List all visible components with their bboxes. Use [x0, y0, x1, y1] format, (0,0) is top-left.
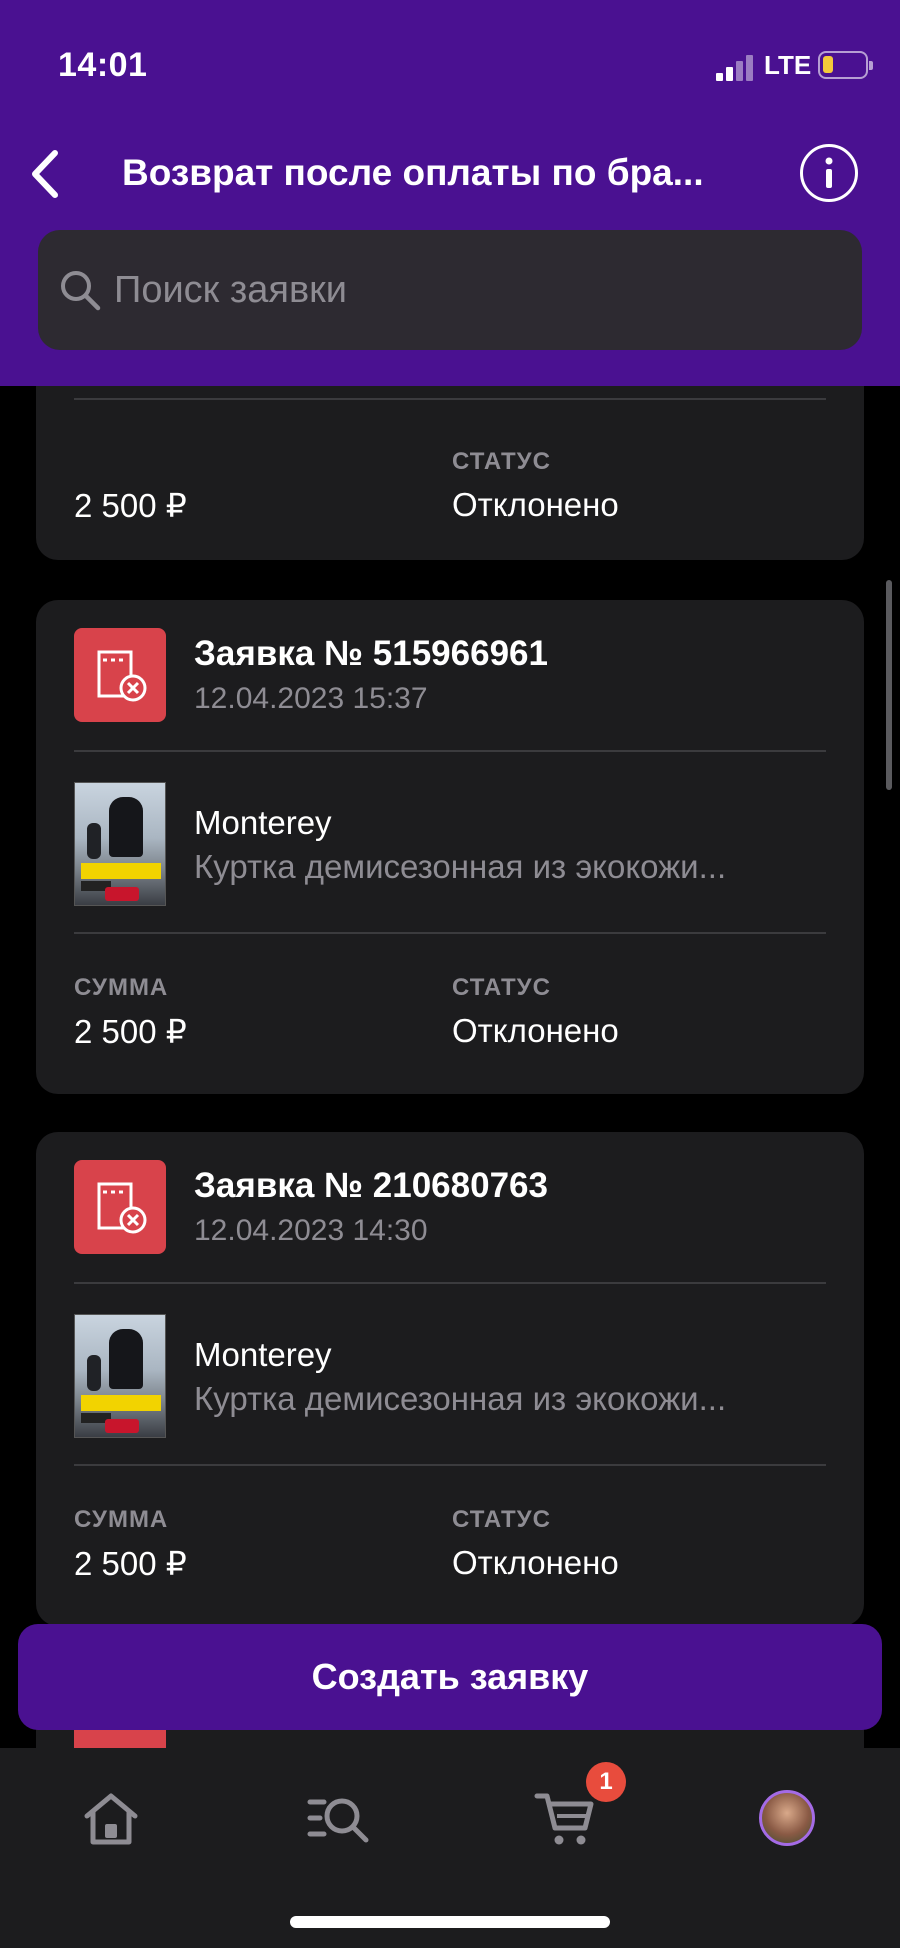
network-type: LTE: [764, 50, 812, 80]
request-number: Заявка № 210680763: [194, 1166, 548, 1205]
info-icon: [825, 157, 833, 188]
product-name: Куртка демисезонная из экокожи...: [194, 848, 727, 885]
rejected-receipt-icon: [74, 1160, 166, 1254]
info-button[interactable]: [800, 144, 858, 202]
back-button[interactable]: [16, 144, 72, 204]
status-label: СТАТУС: [452, 448, 551, 475]
divider: [74, 1464, 826, 1466]
tab-catalog[interactable]: [294, 1778, 384, 1858]
signal-icon: [716, 55, 758, 81]
request-date: 12.04.2023 14:30: [194, 1214, 428, 1247]
status-value: Отклонено: [452, 1544, 619, 1581]
request-card[interactable]: Заявка № 515966961 12.04.2023 15:37 Mont…: [36, 600, 864, 1094]
tab-home[interactable]: [66, 1778, 156, 1858]
home-icon: [84, 1793, 138, 1845]
request-number: Заявка № 515966961: [194, 634, 548, 673]
request-date: 12.04.2023 15:37: [194, 682, 428, 715]
rejected-receipt-icon: [74, 628, 166, 722]
search-input[interactable]: [114, 260, 814, 320]
page-title: Возврат после оплаты по бра...: [122, 152, 704, 193]
status-value: Отклонено: [452, 486, 619, 523]
product-name: Куртка демисезонная из экокожи...: [194, 1380, 727, 1417]
search-bar[interactable]: [38, 230, 862, 350]
status-bar: 14:01 LTE: [0, 0, 900, 130]
chevron-left-icon: [32, 150, 58, 198]
request-card[interactable]: СУММА 2 500 ₽ СТАТУС Отклонено: [36, 386, 864, 560]
home-indicator[interactable]: [290, 1916, 610, 1928]
request-card[interactable]: Заявка № 210680763 12.04.2023 14:30 Mont…: [36, 1132, 864, 1626]
battery-icon: [818, 51, 873, 79]
header: 14:01 LTE Возврат после оплаты по бра...: [0, 0, 900, 386]
tab-profile[interactable]: [742, 1778, 832, 1858]
status-label: СТАТУС: [452, 1506, 551, 1533]
product-brand: Monterey: [194, 804, 332, 841]
request-list: СУММА 2 500 ₽ СТАТУС Отклонено Заявка № …: [0, 386, 900, 1748]
nav-bar: Возврат после оплаты по бра...: [0, 130, 900, 220]
search-icon: [61, 271, 101, 311]
catalog-search-icon: [307, 1798, 369, 1843]
cart-badge: 1: [586, 1762, 626, 1802]
status-value: Отклонено: [452, 1012, 619, 1049]
divider: [74, 750, 826, 752]
status-time: 14:01: [58, 46, 148, 84]
product-image: [74, 782, 166, 906]
avatar: [759, 1790, 815, 1846]
divider: [74, 1282, 826, 1284]
divider: [74, 398, 826, 400]
create-request-button[interactable]: Создать заявку: [18, 1624, 882, 1730]
sum-value: 2 500 ₽: [74, 1545, 187, 1582]
status-label: СТАТУС: [452, 974, 551, 1001]
product-brand: Monterey: [194, 1336, 332, 1373]
sum-label: СУММА: [74, 974, 169, 1001]
product-image: [74, 1314, 166, 1438]
scroll-indicator[interactable]: [886, 580, 892, 790]
cart-icon: [534, 1793, 594, 1845]
sum-value: 2 500 ₽: [74, 487, 187, 524]
sum-label: СУММА: [74, 1506, 169, 1533]
divider: [74, 932, 826, 934]
sum-value: 2 500 ₽: [74, 1013, 187, 1050]
